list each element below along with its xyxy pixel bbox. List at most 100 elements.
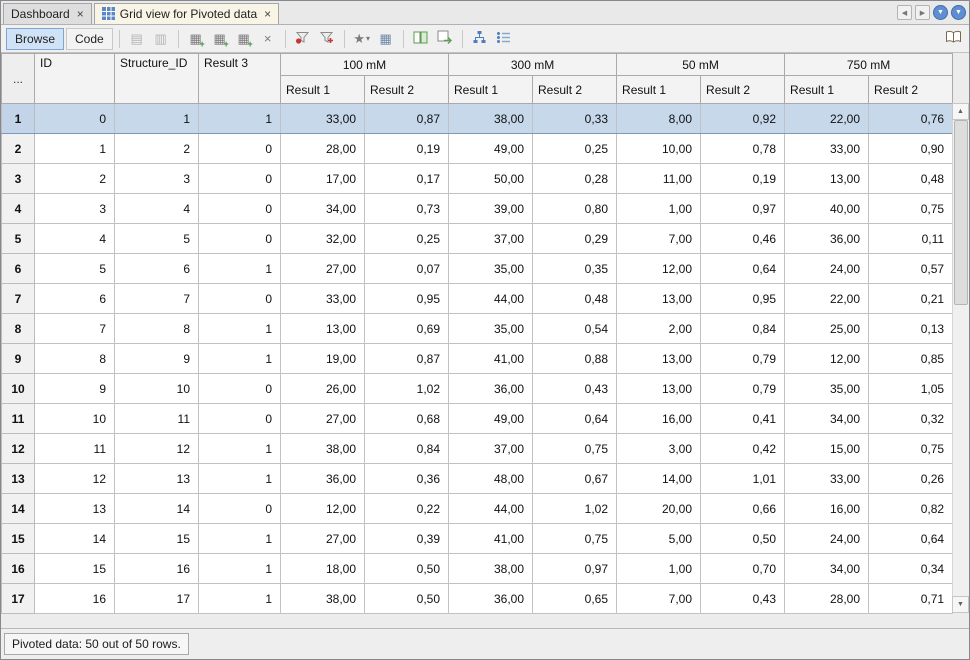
table-row[interactable]: 989119,000,8741,000,8813,000,7912,000,85 [2, 344, 953, 374]
add-filter-button[interactable] [316, 28, 338, 50]
grid-cell[interactable]: 0 [199, 224, 281, 254]
grid-cell[interactable]: 15 [115, 524, 199, 554]
grid-cell[interactable]: 0,26 [869, 464, 953, 494]
grid-cell[interactable]: 14,00 [617, 464, 701, 494]
grid-cell[interactable]: 0,42 [701, 434, 785, 464]
table-row[interactable]: 131213136,000,3648,000,6714,001,0133,000… [2, 464, 953, 494]
grid-cell[interactable]: 37,00 [449, 434, 533, 464]
layout-button[interactable] [410, 28, 432, 50]
grid-cell[interactable]: 0,19 [365, 134, 449, 164]
append-row-button[interactable]: ▦ + [209, 28, 231, 50]
column-header-id[interactable]: ID [35, 54, 115, 104]
grid-cell[interactable]: 9 [35, 374, 115, 404]
grid-cell[interactable]: 0,29 [533, 224, 617, 254]
grid-cell[interactable]: 0,07 [365, 254, 449, 284]
grid-cell[interactable]: 48,00 [449, 464, 533, 494]
column-header-result-2[interactable]: Result 2 [533, 76, 617, 104]
grid-cell[interactable]: 0,84 [365, 434, 449, 464]
grid-cell[interactable]: 27,00 [281, 524, 365, 554]
grid-cell[interactable]: 40,00 [785, 194, 869, 224]
grid-cell[interactable]: 17 [115, 584, 199, 614]
grid-cell[interactable]: 12,00 [617, 254, 701, 284]
grid-cell[interactable]: 38,00 [449, 104, 533, 134]
grid-cell[interactable]: 35,00 [449, 314, 533, 344]
grid-cell[interactable]: 0 [199, 164, 281, 194]
table-row[interactable]: 161516118,000,5038,000,971,000,7034,000,… [2, 554, 953, 584]
grid-cell[interactable]: 38,00 [281, 434, 365, 464]
grid-cell[interactable]: 1 [35, 134, 115, 164]
duplicate-row-button[interactable]: ▦ + [233, 28, 255, 50]
grid-cell[interactable]: 0 [199, 374, 281, 404]
grid-cell[interactable]: 5,00 [617, 524, 701, 554]
grid-cell[interactable]: 0,67 [533, 464, 617, 494]
grid-cell[interactable]: 20,00 [617, 494, 701, 524]
grid-cell[interactable]: 0,75 [869, 434, 953, 464]
corner-options-cell[interactable]: ... [2, 54, 35, 104]
grid-cell[interactable]: 0,43 [701, 584, 785, 614]
grid-cell[interactable]: 44,00 [449, 494, 533, 524]
grid-cell[interactable]: 3 [35, 194, 115, 224]
grid-cell[interactable]: 32,00 [281, 224, 365, 254]
grid-cell[interactable]: 2 [35, 164, 115, 194]
grid-cell[interactable]: 35,00 [449, 254, 533, 284]
grid-cell[interactable]: 0,64 [533, 404, 617, 434]
grid-cell[interactable]: 24,00 [785, 254, 869, 284]
column-header-result-2[interactable]: Result 2 [869, 76, 953, 104]
row-number[interactable]: 5 [2, 224, 35, 254]
grid-cell[interactable]: 49,00 [449, 134, 533, 164]
vertical-scrollbar[interactable]: ▲ ▼ [952, 103, 969, 613]
grid-cell[interactable]: 0,92 [701, 104, 785, 134]
grid-cell[interactable]: 49,00 [449, 404, 533, 434]
grid-cell[interactable]: 1 [199, 104, 281, 134]
grid-cell[interactable]: 6 [115, 254, 199, 284]
grid-cell[interactable]: 0,33 [533, 104, 617, 134]
grid-cell[interactable]: 0,85 [869, 344, 953, 374]
grid-cell[interactable]: 8 [115, 314, 199, 344]
grid-cell[interactable]: 0 [35, 104, 115, 134]
grid-cell[interactable]: 33,00 [785, 464, 869, 494]
grid-cell[interactable]: 28,00 [281, 134, 365, 164]
hierarchy-button[interactable] [469, 28, 491, 50]
notebook-button[interactable] [942, 28, 964, 50]
grid-cell[interactable]: 0,95 [701, 284, 785, 314]
grid-cell[interactable]: 0,34 [869, 554, 953, 584]
grid-cell[interactable]: 1,00 [617, 554, 701, 584]
grid-cell[interactable]: 0,69 [365, 314, 449, 344]
grid-cell[interactable]: 13,00 [785, 164, 869, 194]
freeze-rows-button[interactable]: ▤ [126, 28, 148, 50]
table-row[interactable]: 111011027,000,6849,000,6416,000,4134,000… [2, 404, 953, 434]
grid-cell[interactable]: 34,00 [785, 554, 869, 584]
grid-cell[interactable]: 0,36 [365, 464, 449, 494]
grid-cell[interactable]: 36,00 [281, 464, 365, 494]
column-header-result-1[interactable]: Result 1 [617, 76, 701, 104]
table-row[interactable]: 323017,000,1750,000,2811,000,1913,000,48 [2, 164, 953, 194]
grid-cell[interactable]: 36,00 [449, 584, 533, 614]
scrollbar-thumb[interactable] [954, 120, 968, 305]
grid-cell[interactable]: 0,32 [869, 404, 953, 434]
grid-cell[interactable]: 12 [115, 434, 199, 464]
grid-cell[interactable]: 0,22 [365, 494, 449, 524]
grid-cell[interactable]: 0,70 [701, 554, 785, 584]
grid-cell[interactable]: 4 [35, 224, 115, 254]
grid-cell[interactable]: 5 [115, 224, 199, 254]
tabs-scroll-left-button[interactable]: ◀ [897, 5, 912, 20]
grid-cell[interactable]: 0,75 [869, 194, 953, 224]
grid-cell[interactable]: 18,00 [281, 554, 365, 584]
row-number[interactable]: 4 [2, 194, 35, 224]
grid-cell[interactable]: 0,75 [533, 434, 617, 464]
close-icon[interactable]: × [77, 8, 84, 20]
row-number[interactable]: 1 [2, 104, 35, 134]
grid-cell[interactable]: 6 [35, 284, 115, 314]
table-row[interactable]: 878113,000,6935,000,542,000,8425,000,13 [2, 314, 953, 344]
grid-cell[interactable]: 1 [199, 554, 281, 584]
grid-cell[interactable]: 0,88 [533, 344, 617, 374]
grid-cell[interactable]: 17,00 [281, 164, 365, 194]
grid-cell[interactable]: 25,00 [785, 314, 869, 344]
grid-cell[interactable]: 0 [199, 284, 281, 314]
grid-cell[interactable]: 0,73 [365, 194, 449, 224]
table-row[interactable]: 101133,000,8738,000,338,000,9222,000,76 [2, 104, 953, 134]
grid-cell[interactable]: 8,00 [617, 104, 701, 134]
grid-cell[interactable]: 24,00 [785, 524, 869, 554]
grid-cell[interactable]: 34,00 [281, 194, 365, 224]
grid-cell[interactable]: 11 [35, 434, 115, 464]
